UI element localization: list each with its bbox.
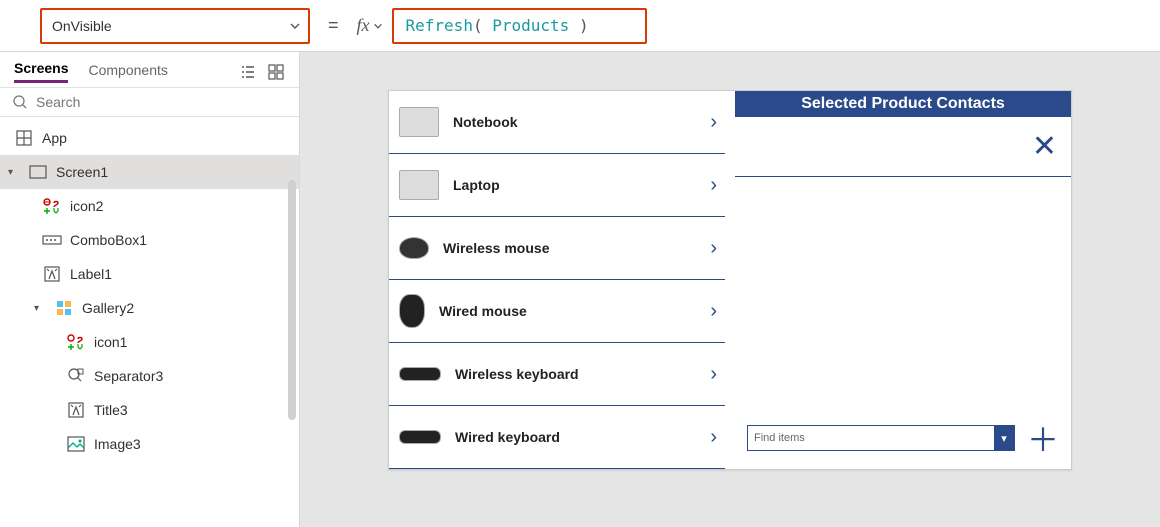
product-label: Wireless mouse (443, 240, 696, 256)
tree-label: Separator3 (94, 368, 163, 384)
product-image (399, 107, 439, 137)
tree-options-icon[interactable] (239, 63, 257, 81)
add-icon[interactable]: ＋ (1027, 415, 1059, 461)
chevron-right-icon[interactable]: › (710, 363, 717, 386)
search-icon (12, 94, 28, 110)
screen-icon (28, 163, 48, 181)
separator-icon (66, 367, 86, 385)
tree-item-screen1[interactable]: ▾ Screen1 (0, 155, 299, 189)
chevron-right-icon[interactable]: › (710, 300, 717, 323)
gallery-item[interactable]: Notebook › (389, 91, 725, 154)
gallery[interactable]: Notebook › Laptop › Wireless mouse › Wir… (389, 91, 725, 469)
detail-header: Selected Product Contacts (735, 91, 1071, 117)
tree-item-label1[interactable]: Label1 (0, 257, 299, 291)
product-label: Laptop (453, 177, 696, 193)
tree-label: icon2 (70, 198, 103, 214)
product-image (399, 170, 439, 200)
tab-components[interactable]: Components (88, 62, 167, 82)
tree-label: Screen1 (56, 164, 108, 180)
label-icon (66, 401, 86, 419)
paren-close: ) (579, 16, 589, 35)
tree-item-title3[interactable]: Title3 (0, 393, 299, 427)
chevron-right-icon[interactable]: › (710, 174, 717, 197)
tab-screens[interactable]: Screens (14, 60, 68, 83)
product-image (399, 294, 425, 328)
app-preview: Notebook › Laptop › Wireless mouse › Wir… (388, 90, 1072, 470)
tree-label: App (42, 130, 67, 146)
product-image (399, 430, 441, 444)
chevron-right-icon[interactable]: › (710, 237, 717, 260)
gallery-item[interactable]: Wired mouse › (389, 280, 725, 343)
design-canvas[interactable]: Notebook › Laptop › Wireless mouse › Wir… (300, 52, 1160, 527)
paren-open: ( (473, 16, 483, 35)
gallery-item[interactable]: Laptop › (389, 154, 725, 217)
property-value: OnVisible (52, 18, 112, 34)
product-label: Wireless keyboard (455, 366, 696, 382)
icon-glyph-icon (66, 333, 86, 351)
product-image (399, 237, 429, 259)
chevron-right-icon[interactable]: › (710, 111, 717, 134)
tree-item-combobox1[interactable]: ComboBox1 (0, 223, 299, 257)
product-image (399, 367, 441, 381)
combobox-placeholder: Find items (754, 432, 805, 444)
tree-label: Title3 (94, 402, 128, 418)
tree-label: Label1 (70, 266, 112, 282)
caret-down-icon: ▾ (34, 303, 46, 314)
gallery-item[interactable]: Wired keyboard › (389, 406, 725, 469)
tree-item-gallery2[interactable]: ▾ Gallery2 (0, 291, 299, 325)
combobox[interactable]: Find items ▾ (747, 425, 1015, 451)
detail-body (735, 177, 1071, 407)
scrollbar-thumb[interactable] (288, 180, 296, 420)
formula-identifier: Products (492, 16, 569, 35)
gallery-item[interactable]: Wireless keyboard › (389, 343, 725, 406)
icon-glyph-icon (42, 197, 62, 215)
search-input[interactable] (36, 94, 287, 110)
property-dropdown[interactable]: OnVisible (40, 8, 310, 44)
caret-down-icon: ▾ (8, 167, 20, 178)
gallery-item[interactable]: Wireless mouse › (389, 217, 725, 280)
image-icon (66, 435, 86, 453)
tree-label: ComboBox1 (70, 232, 147, 248)
chevron-down-icon[interactable]: ▾ (994, 426, 1014, 450)
tree-label: Gallery2 (82, 300, 134, 316)
app-icon (14, 129, 34, 147)
grid-view-icon[interactable] (267, 63, 285, 81)
tree-label: Image3 (94, 436, 141, 452)
tree-item-icon1[interactable]: icon1 (0, 325, 299, 359)
tree-item-app[interactable]: App (0, 121, 299, 155)
product-label: Wired keyboard (455, 429, 696, 445)
fx-label[interactable]: fx (357, 15, 384, 36)
tree-item-separator3[interactable]: Separator3 (0, 359, 299, 393)
close-icon[interactable]: ✕ (1032, 129, 1057, 164)
formula-function: Refresh (406, 16, 473, 35)
label-icon (42, 265, 62, 283)
chevron-down-icon (288, 19, 302, 33)
chevron-right-icon[interactable]: › (710, 426, 717, 449)
tree-item-image3[interactable]: Image3 (0, 427, 299, 461)
combobox-icon (42, 231, 62, 249)
tree-label: icon1 (94, 334, 127, 350)
equals-label: = (328, 15, 339, 36)
formula-input[interactable]: Refresh ( Products ) (392, 8, 647, 44)
product-label: Notebook (453, 114, 696, 130)
gallery-icon (54, 299, 74, 317)
tree-item-icon2[interactable]: icon2 (0, 189, 299, 223)
product-label: Wired mouse (439, 303, 696, 319)
